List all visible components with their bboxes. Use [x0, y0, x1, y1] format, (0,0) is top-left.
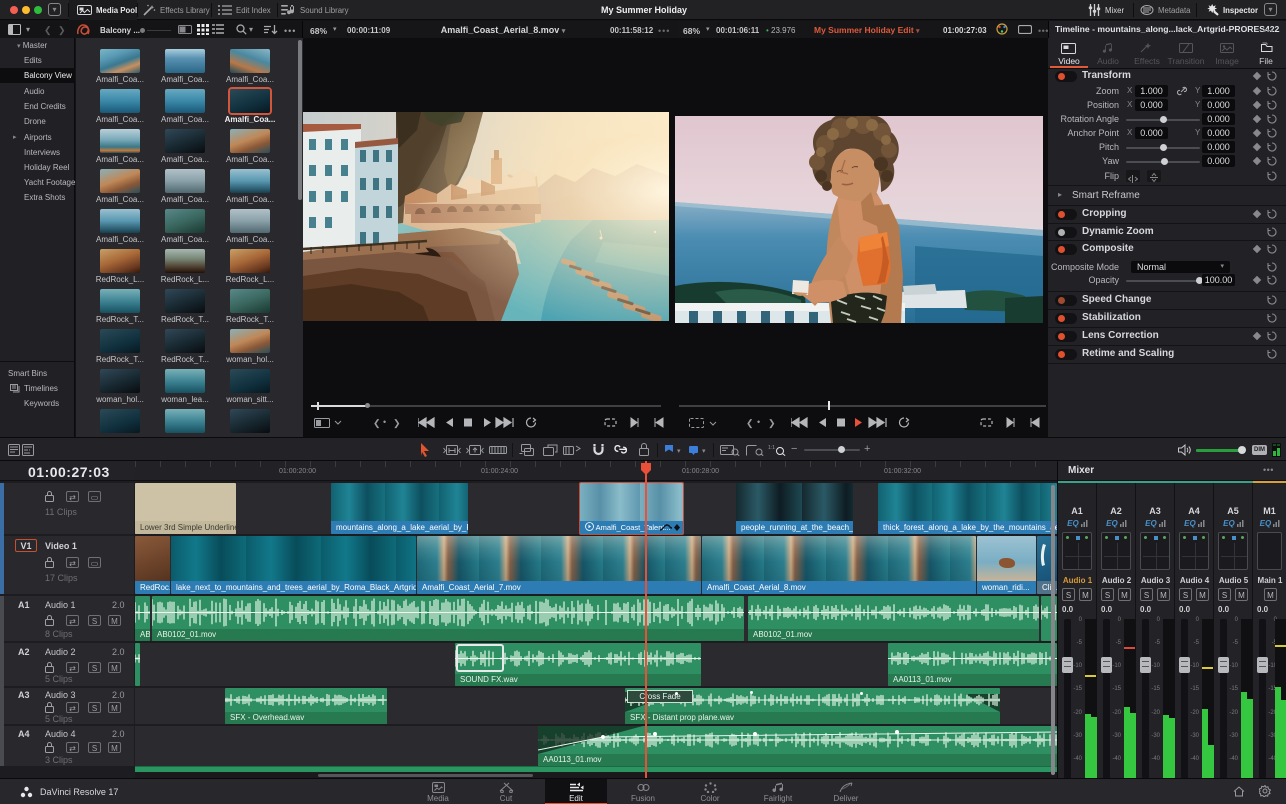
svg-text:1:1: 1:1	[768, 445, 775, 451]
